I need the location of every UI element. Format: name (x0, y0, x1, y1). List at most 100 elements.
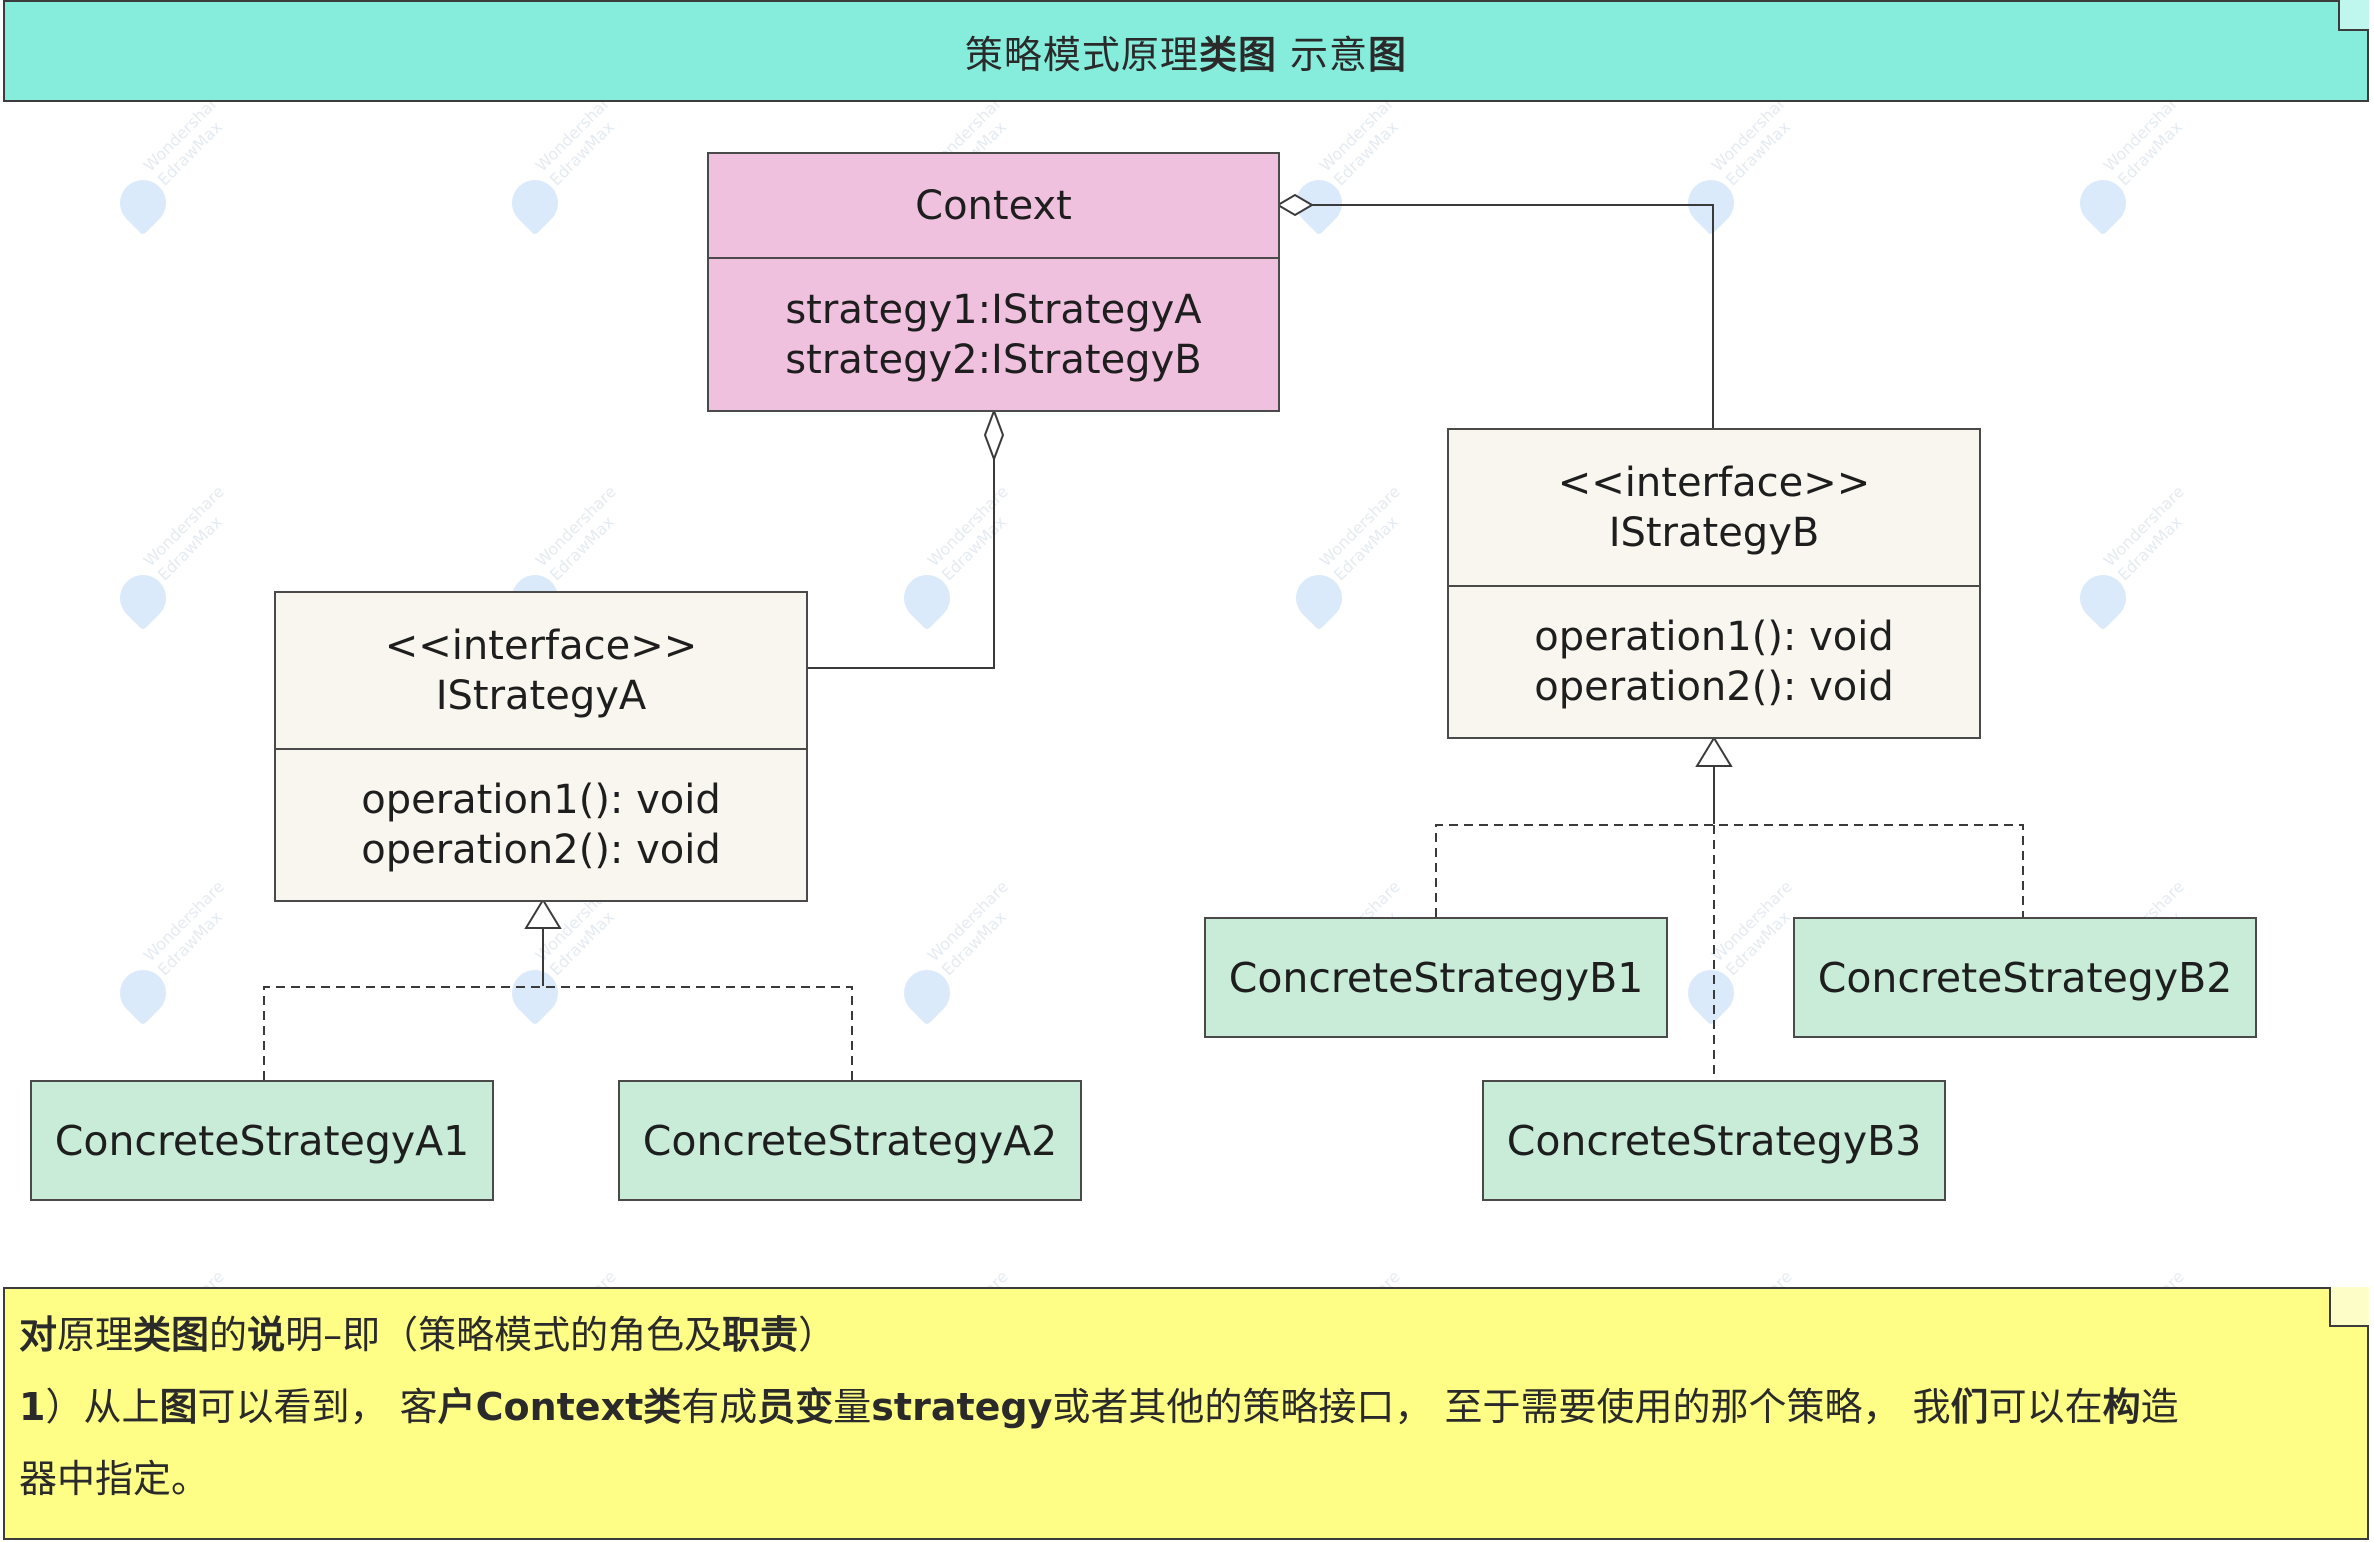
watermark-text: WondershareEdrawMax (2100, 482, 2203, 585)
class-concretestrategya2[interactable]: ConcreteStrategyA2 (618, 1080, 1082, 1201)
class-name-section: Context (709, 154, 1278, 257)
note-bold: 1 (19, 1385, 46, 1429)
edrawmax-logo-icon (110, 170, 176, 236)
watermark: WondershareEdrawMax (110, 877, 270, 1026)
watermark-text: WondershareEdrawMax (140, 877, 243, 980)
edrawmax-logo-icon (110, 960, 176, 1026)
note-bold: 户Context类 (437, 1385, 682, 1429)
stereotype: <<interface>> (1557, 459, 1871, 506)
watermark: WondershareEdrawMax (1286, 482, 1446, 631)
edrawmax-logo-icon (502, 960, 568, 1026)
edrawmax-logo-icon (1678, 960, 1744, 1026)
watermark: WondershareEdrawMax (1286, 87, 1446, 236)
class-name: ConcreteStrategyB2 (1817, 953, 2233, 1002)
watermark-line: EdrawMax (545, 907, 618, 980)
note-text: ） (798, 1313, 837, 1357)
note-text: 原理 (57, 1313, 134, 1357)
class-name: IStrategyA (435, 672, 647, 719)
watermark-text: WondershareEdrawMax (1316, 87, 1419, 190)
class-name: Context (915, 182, 1072, 229)
class-context[interactable]: Context strategy1:IStrategyA strategy2:I… (707, 152, 1280, 412)
watermark-text: WondershareEdrawMax (924, 482, 1027, 585)
note-bold: 构 (2102, 1385, 2141, 1429)
watermark-line: EdrawMax (153, 907, 226, 980)
watermark-text: WondershareEdrawMax (1316, 482, 1419, 585)
note-bold: 类图 (133, 1313, 210, 1357)
operation: operation1(): void (361, 777, 721, 823)
title-banner: 策略模式原理类图 示意图 (3, 0, 2369, 102)
watermark-line: EdrawMax (1329, 512, 1402, 585)
interface-istrategya[interactable]: <<interface>> IStrategyA operation1(): v… (274, 591, 808, 902)
note-text: 的 (209, 1313, 248, 1357)
class-operations-section: operation1(): void operation2(): void (276, 748, 806, 900)
watermark: WondershareEdrawMax (1678, 87, 1838, 236)
title-text: 策略模式原理 (964, 32, 1199, 77)
class-operations-section: operation1(): void operation2(): void (1449, 585, 1979, 737)
edrawmax-logo-icon (1286, 170, 1352, 236)
edrawmax-logo-icon (1286, 565, 1352, 631)
note-bold: strategy (871, 1385, 1053, 1429)
edrawmax-logo-icon (2070, 565, 2136, 631)
note-text: 或者其他的策略接口， 至于需要使用的那个策略， 我 (1052, 1385, 1951, 1429)
class-name: ConcreteStrategyB1 (1228, 953, 1644, 1002)
note-bold: 对 (19, 1313, 58, 1357)
watermark-text: WondershareEdrawMax (140, 482, 243, 585)
note-corner-fold (2329, 1287, 2369, 1327)
watermark-line: Wondershare (139, 876, 228, 966)
watermark-line: Wondershare (139, 481, 228, 571)
watermark: WondershareEdrawMax (110, 482, 270, 631)
watermark: WondershareEdrawMax (894, 877, 1054, 1026)
watermark-line: EdrawMax (937, 907, 1010, 980)
interface-istrategyb[interactable]: <<interface>> IStrategyB operation1(): v… (1447, 428, 1981, 739)
note-line-3: 器中指定。 (19, 1443, 2353, 1515)
class-concretestrategyb1[interactable]: ConcreteStrategyB1 (1204, 917, 1668, 1038)
note-bold: 说 (247, 1313, 286, 1357)
note-text: 可以在 (1988, 1385, 2103, 1429)
watermark: WondershareEdrawMax (502, 87, 662, 236)
watermark-text: WondershareEdrawMax (532, 482, 635, 585)
operation: operation1(): void (1534, 614, 1894, 660)
note-bold: 们 (1950, 1385, 1989, 1429)
watermark-line: Wondershare (531, 481, 620, 571)
note-text: 可以看到， 客 (197, 1385, 438, 1429)
aggregation-diamond-bottom (983, 408, 1005, 462)
operation: operation2(): void (1534, 664, 1894, 710)
note-line-1: 对原理类图的说明–即（策略模式的角色及职责） (19, 1299, 2353, 1371)
watermark-text: WondershareEdrawMax (924, 877, 1027, 980)
note-line-2: 1）从上图可以看到， 客户Context类有成员变量strategy或者其他的策… (19, 1371, 2353, 1443)
attribute: strategy2:IStrategyB (785, 336, 1202, 383)
watermark-line: EdrawMax (153, 512, 226, 585)
watermark: WondershareEdrawMax (2070, 87, 2230, 236)
title-text-bold: 图 (1368, 32, 1408, 77)
watermark-line: Wondershare (923, 481, 1012, 571)
realization-arrow-istrategya (524, 898, 562, 929)
watermark: WondershareEdrawMax (110, 87, 270, 236)
attribute: strategy1:IStrategyA (785, 286, 1202, 333)
edrawmax-logo-icon (2070, 170, 2136, 236)
stereotype: <<interface>> (384, 622, 698, 669)
note-text: ）从上 (45, 1385, 160, 1429)
class-name-section: <<interface>> IStrategyA (276, 593, 806, 748)
diagram-canvas: Wondershare EdrawMax Wondershare EdrawMax Wo… (0, 0, 2374, 1542)
class-name: ConcreteStrategyB3 (1506, 1116, 1922, 1165)
class-name: IStrategyB (1608, 509, 1820, 556)
aggregation-diamond-right (1276, 193, 1314, 217)
aggregation-line-context-istrategya (807, 459, 995, 669)
watermark-line: EdrawMax (545, 512, 618, 585)
diagram-title: 策略模式原理类图 示意图 (965, 24, 1407, 79)
title-text-bold: 类图 (1198, 32, 1277, 77)
title-text: 示意 (1276, 32, 1369, 77)
class-concretestrategya1[interactable]: ConcreteStrategyA1 (30, 1080, 494, 1201)
watermark-line: EdrawMax (2113, 512, 2186, 585)
edrawmax-logo-icon (110, 565, 176, 631)
watermark-text: WondershareEdrawMax (532, 87, 635, 190)
class-concretestrategyb3[interactable]: ConcreteStrategyB3 (1482, 1080, 1946, 1201)
edrawmax-logo-icon (894, 960, 960, 1026)
note-text: 量 (833, 1385, 872, 1429)
watermark-line: Wondershare (923, 876, 1012, 966)
edrawmax-logo-icon (502, 170, 568, 236)
class-concretestrategyb2[interactable]: ConcreteStrategyB2 (1793, 917, 2257, 1038)
realization-dashed-b (1435, 824, 2024, 917)
edrawmax-logo-icon (1678, 170, 1744, 236)
watermark-line: EdrawMax (1721, 117, 1794, 190)
